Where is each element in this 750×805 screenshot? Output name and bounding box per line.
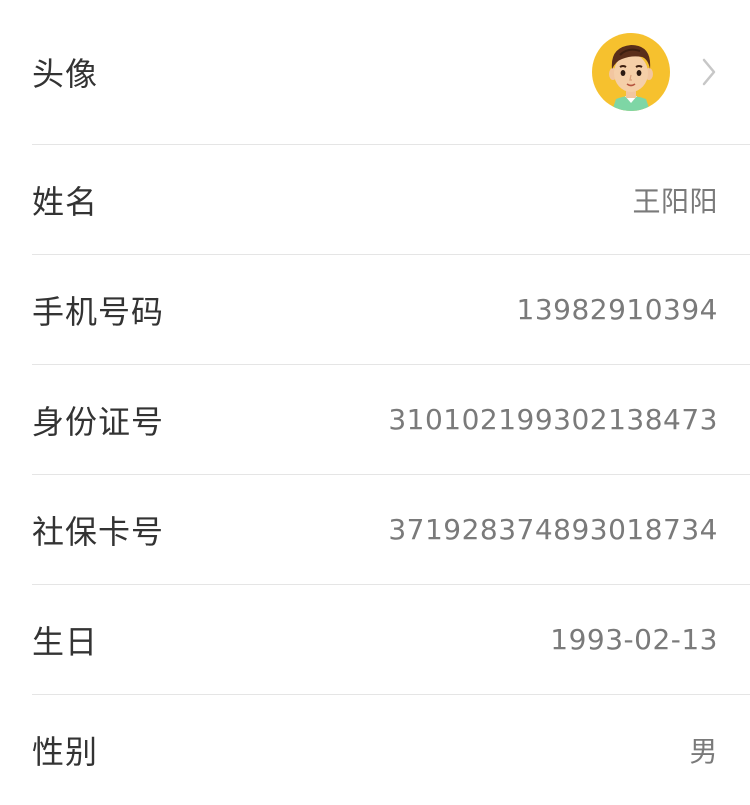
profile-label-social-security: 社保卡号	[32, 512, 165, 551]
profile-label-gender: 性别	[32, 733, 99, 771]
profile-label-birthday: 生日	[32, 622, 99, 661]
profile-label-phone: 手机号码	[32, 292, 165, 331]
profile-value-birthday: 1993-02-13	[550, 623, 718, 656]
avatar-illustration	[609, 45, 653, 111]
avatar[interactable]	[592, 33, 670, 111]
profile-row-birthday[interactable]: 生日 1993-02-13	[32, 585, 750, 695]
profile-row-social-security[interactable]: 社保卡号 371928374893018734	[32, 475, 750, 585]
profile-value-social-security: 371928374893018734	[388, 513, 718, 546]
profile-row-name[interactable]: 姓名 王阳阳	[32, 145, 750, 255]
profile-row-avatar[interactable]: 头像	[32, 0, 750, 145]
profile-value-phone: 13982910394	[516, 293, 718, 326]
profile-list: 头像 姓名 王阳阳 手机号码 13982910394 身份证号 31010219…	[0, 0, 750, 805]
profile-row-phone[interactable]: 手机号码 13982910394	[32, 255, 750, 365]
profile-row-id-number[interactable]: 身份证号 310102199302138473	[32, 365, 750, 475]
profile-label-name: 姓名	[32, 182, 99, 221]
profile-label-id-number: 身份证号	[32, 402, 165, 441]
profile-value-id-number: 310102199302138473	[388, 403, 718, 436]
profile-row-gender[interactable]: 性别 男	[32, 695, 750, 805]
chevron-right-icon	[700, 56, 718, 88]
avatar-wrap	[592, 33, 718, 111]
profile-label-avatar: 头像	[32, 55, 99, 93]
profile-value-gender: 男	[689, 735, 718, 768]
profile-value-name: 王阳阳	[632, 184, 718, 218]
